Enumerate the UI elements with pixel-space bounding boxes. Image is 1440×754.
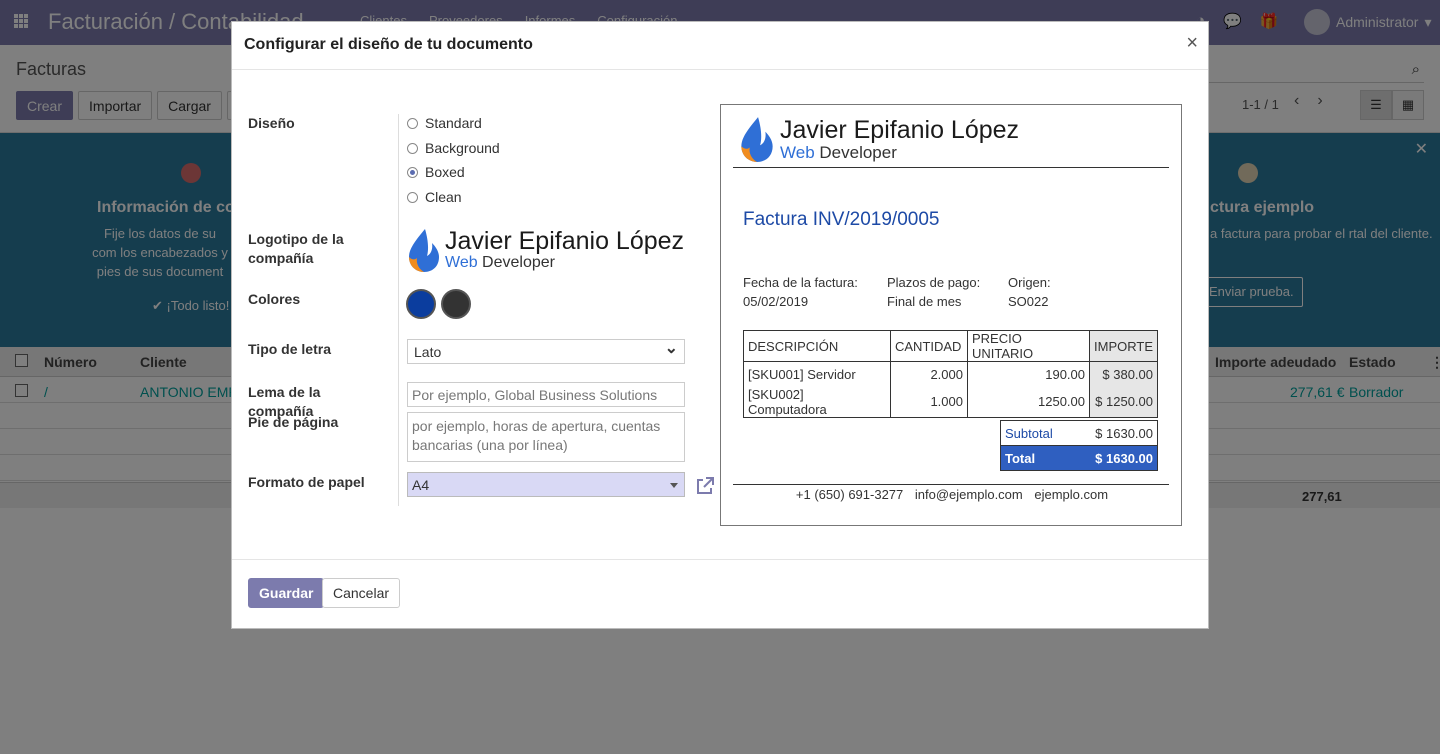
footer-textarea[interactable]: por ejemplo, horas de apertura, cuentas …	[407, 412, 685, 462]
document-preview: Javier Epifanio López Web Developer Fact…	[720, 104, 1182, 526]
line-price: 190.00	[967, 361, 1090, 387]
meta-origin: Origen: SO022	[1008, 273, 1051, 311]
radio-label: Background	[425, 140, 500, 156]
footer-email: info@ejemplo.com	[914, 487, 1023, 502]
dialog-header: Configurar el diseño de tu documento ×	[232, 22, 1208, 70]
save-button[interactable]: Guardar	[248, 578, 325, 608]
radio-icon	[407, 117, 418, 129]
col-quantity: CANTIDAD	[890, 330, 968, 362]
totals-table: Subtotal $ 1630.00 Total $ 1630.00	[1000, 420, 1158, 471]
logo-sub-a: Web	[780, 142, 815, 162]
preview-footer: +1 (650) 691-3277 info@ejemplo.com ejemp…	[721, 487, 1183, 502]
tagline-input[interactable]: Por ejemplo, Global Business Solutions	[407, 382, 685, 407]
close-icon[interactable]: ×	[1186, 33, 1198, 53]
company-logo[interactable]: Javier Epifanio López Web Developer	[405, 227, 684, 273]
line-amount: $ 380.00	[1089, 361, 1158, 387]
radio-selected-icon	[407, 166, 418, 178]
radio-icon	[407, 142, 418, 154]
secondary-color-swatch[interactable]	[441, 289, 471, 319]
col-amount: IMPORTE	[1089, 330, 1158, 362]
layout-radio-background[interactable]: Background	[407, 140, 500, 156]
meta-invoice-date: Fecha de la factura: 05/02/2019	[743, 273, 858, 311]
dialog-title: Configurar el diseño de tu documento	[244, 36, 533, 53]
radio-label: Boxed	[425, 164, 465, 180]
logo-subtitle: Web Developer	[780, 144, 1019, 161]
col-description: DESCRIPCIÓN	[743, 330, 891, 362]
footer-phone: +1 (650) 691-3277	[795, 487, 904, 502]
external-link-icon[interactable]	[695, 476, 715, 501]
subtotal-row: Subtotal $ 1630.00	[1000, 420, 1158, 446]
layout-radio-standard[interactable]: Standard	[407, 115, 482, 131]
meta-label: Plazos de pago:	[887, 275, 981, 290]
meta-value: 05/02/2019	[743, 294, 809, 309]
line-desc: [SKU001] Servidor	[743, 361, 891, 387]
table-row: [SKU002] Computadora 1.000 1250.00 $ 125…	[743, 386, 1158, 418]
logo-name: Javier Epifanio López	[445, 227, 685, 255]
col-unit-price: PRECIO UNITARIO	[967, 330, 1090, 362]
line-qty: 2.000	[890, 361, 968, 387]
radio-label: Clean	[425, 189, 462, 205]
header-rule	[733, 167, 1169, 168]
meta-payment-terms: Plazos de pago: Final de mes	[887, 273, 980, 311]
logo-subtitle: Web Developer	[445, 255, 684, 271]
line-amount: $ 1250.00	[1089, 386, 1158, 418]
footer-rule	[733, 484, 1169, 485]
layout-radio-boxed[interactable]: Boxed	[407, 164, 465, 180]
logo-label: Logotipo de la compañía	[248, 231, 344, 266]
invoice-lines-table: DESCRIPCIÓN CANTIDAD PRECIO UNITARIO IMP…	[743, 330, 1158, 418]
total-label: Total	[1000, 445, 1073, 471]
line-price: 1250.00	[967, 386, 1090, 418]
font-select[interactable]: Lato	[407, 338, 685, 364]
logo-sub-b: Developer	[477, 254, 555, 271]
footer-website: ejemplo.com	[1034, 487, 1109, 502]
subtotal-value: $ 1630.00	[1072, 420, 1158, 446]
meta-label: Origen:	[1008, 275, 1051, 290]
radio-icon	[407, 191, 418, 203]
logo-drop-icon	[409, 229, 439, 272]
primary-color-swatch[interactable]	[406, 289, 436, 319]
layout-radio-clean[interactable]: Clean	[407, 189, 462, 205]
line-desc: [SKU002] Computadora	[743, 386, 891, 418]
form-divider	[398, 114, 399, 506]
meta-value: SO022	[1008, 294, 1049, 309]
invoice-title: Factura INV/2019/0005	[743, 209, 940, 230]
dialog-footer: Guardar Cancelar	[232, 559, 1208, 629]
paper-format-select[interactable]: A4	[407, 472, 685, 497]
table-header-row: DESCRIPCIÓN CANTIDAD PRECIO UNITARIO IMP…	[743, 330, 1158, 362]
logo-sub-a: Web	[445, 254, 478, 271]
logo-drop-icon	[741, 117, 773, 162]
layout-label: Diseño	[248, 115, 295, 131]
meta-value: Final de mes	[887, 294, 962, 309]
preview-logo: Javier Epifanio López Web Developer	[737, 115, 1019, 163]
radio-label: Standard	[425, 115, 482, 131]
total-row: Total $ 1630.00	[1000, 445, 1158, 471]
cancel-button[interactable]: Cancelar	[322, 578, 401, 608]
logo-sub-b: Developer	[814, 142, 897, 162]
colors-label: Colores	[248, 291, 301, 307]
line-qty: 1.000	[890, 386, 968, 418]
total-value: $ 1630.00	[1072, 445, 1158, 471]
logo-name: Javier Epifanio López	[780, 115, 1020, 144]
paper-format-label: Formato de papel	[248, 474, 365, 490]
subtotal-label: Subtotal	[1000, 420, 1073, 446]
table-row: [SKU001] Servidor 2.000 190.00 $ 380.00	[743, 361, 1158, 387]
font-label: Tipo de letra	[248, 341, 331, 357]
footer-label: Pie de página	[248, 414, 339, 430]
document-layout-dialog: Configurar el diseño de tu documento × D…	[231, 21, 1209, 629]
meta-label: Fecha de la factura:	[743, 275, 858, 290]
